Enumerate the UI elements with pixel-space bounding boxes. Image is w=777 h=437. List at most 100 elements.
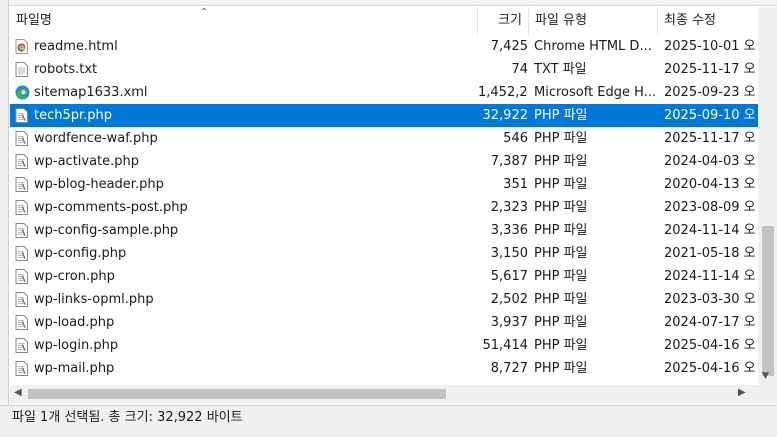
file-size: 3,937 <box>490 315 528 330</box>
file-size: 3,336 <box>490 223 528 238</box>
file-modified: 2024-07-17 오 <box>664 315 756 330</box>
file-type: PHP 파일 <box>534 269 588 284</box>
file-type: PHP 파일 <box>534 246 588 261</box>
file-name: robots.txt <box>34 62 98 77</box>
table-row[interactable]: wordfence-waf.php 546 PHP 파일 2025-11-17 오 <box>10 127 758 150</box>
file-name-cell[interactable]: tech5pr.php <box>10 104 478 127</box>
window-top-edge <box>0 0 777 6</box>
file-modified: 2021-05-18 오 <box>664 246 756 261</box>
file-name: wp-cron.php <box>34 269 115 284</box>
file-modified: 2025-09-23 오 <box>664 85 756 100</box>
file-modified: 2023-08-09 오 <box>664 200 756 215</box>
file-size: 546 <box>503 131 528 146</box>
column-header-type[interactable]: 파일 유형 <box>529 7 658 35</box>
file-modified: 2025-10-01 오 <box>664 39 756 54</box>
file-size: 3,150 <box>490 246 528 261</box>
sort-ascending-icon: ⌃ <box>200 7 209 18</box>
table-row[interactable]: wp-mail.php 8,727 PHP 파일 2025-04-16 오 <box>10 357 758 380</box>
table-row[interactable]: wp-config-sample.php 3,336 PHP 파일 2024-11-1… <box>10 219 758 242</box>
file-name-cell[interactable]: wp-load.php <box>10 311 478 334</box>
file-size: 32,922 <box>482 108 529 123</box>
scroll-right-arrow-icon[interactable]: ▶ <box>738 387 746 398</box>
table-row[interactable]: wp-cron.php 5,617 PHP 파일 2024-11-14 오 <box>10 265 758 288</box>
file-name: wp-links-opml.php <box>34 292 154 307</box>
file-name-cell[interactable]: wp-config-sample.php <box>10 219 478 242</box>
php-file-icon <box>15 154 28 169</box>
file-name-cell[interactable]: wp-activate.php <box>10 150 478 173</box>
file-name-cell[interactable]: wp-cron.php <box>10 265 478 288</box>
file-modified: 2025-04-16 오 <box>664 338 756 353</box>
file-name-cell[interactable]: wp-blog-header.php <box>10 173 478 196</box>
file-name-cell[interactable]: readme.html <box>10 35 478 58</box>
php-file-icon <box>15 131 28 146</box>
table-row[interactable]: readme.html 7,425 Chrome HTML D... 2025-10-… <box>10 35 758 58</box>
file-list: readme.html 7,425 Chrome HTML D... 2025-10-… <box>10 35 758 385</box>
table-row[interactable]: robots.txt 74 TXT 파일 2025-11-17 오 <box>10 58 758 81</box>
table-row[interactable]: wp-login.php 51,414 PHP 파일 2025-04-16 오 <box>10 334 758 357</box>
table-row[interactable]: wp-activate.php 7,387 PHP 파일 2024-04-03 오 <box>10 150 758 173</box>
file-name-cell[interactable]: sitemap1633.xml <box>10 81 478 104</box>
table-row[interactable]: wp-blog-header.php 351 PHP 파일 2020-04-13 오 <box>10 173 758 196</box>
table-row[interactable]: wp-load.php 3,937 PHP 파일 2024-07-17 오 <box>10 311 758 334</box>
table-row[interactable]: sitemap1633.xml 1,452,256 Microsoft Edge H… <box>10 81 758 104</box>
file-type: PHP 파일 <box>534 200 588 215</box>
file-modified: 2025-11-17 오 <box>664 131 756 146</box>
file-name-cell[interactable]: wp-mail.php <box>10 357 478 380</box>
column-header-name[interactable]: 파일명 <box>10 7 478 35</box>
file-modified: 2025-04-16 오 <box>664 361 756 376</box>
scroll-down-arrow-icon[interactable]: ▼ <box>762 371 769 381</box>
horizontal-scroll-thumb[interactable] <box>28 389 446 399</box>
table-row-selected[interactable]: tech5pr.php 32,922 PHP 파일 2025-09-10 오 <box>10 104 758 127</box>
file-modified: 2024-04-03 오 <box>664 154 756 169</box>
file-name-cell[interactable]: wp-login.php <box>10 334 478 357</box>
file-type: PHP 파일 <box>534 177 588 192</box>
file-name: wp-login.php <box>34 338 119 353</box>
file-type: PHP 파일 <box>534 361 588 376</box>
php-file-icon <box>15 200 28 215</box>
file-name-cell[interactable]: robots.txt <box>10 58 478 81</box>
scroll-left-arrow-icon[interactable]: ◀ <box>14 387 22 398</box>
vertical-scroll-thumb[interactable] <box>762 226 774 376</box>
file-modified: 2024-11-14 오 <box>664 223 756 238</box>
php-file-icon <box>15 177 28 192</box>
file-name: wp-config-sample.php <box>34 223 179 238</box>
file-size: 351 <box>503 177 528 192</box>
file-size: 5,617 <box>490 269 528 284</box>
file-name-cell[interactable]: wp-config.php <box>10 242 478 265</box>
php-file-icon <box>15 315 28 330</box>
file-name-cell[interactable]: wordfence-waf.php <box>10 127 478 150</box>
status-bar: 파일 1개 선택됨. 총 크기: 32,922 바이트 <box>0 405 777 437</box>
file-type: PHP 파일 <box>534 108 588 123</box>
file-size: 1,452,256 <box>478 85 528 100</box>
file-name: wp-comments-post.php <box>34 200 188 215</box>
php-file-icon <box>15 223 28 238</box>
file-name: readme.html <box>34 39 118 54</box>
column-header-size[interactable]: 크기 <box>478 7 529 35</box>
php-file-icon <box>15 269 28 284</box>
left-pane-edge <box>0 0 9 405</box>
file-type: TXT 파일 <box>534 62 587 77</box>
file-size: 7,425 <box>490 39 528 54</box>
horizontal-scrollbar[interactable]: ◀ ▶ <box>10 385 758 403</box>
file-modified: 2020-04-13 오 <box>664 177 756 192</box>
php-file-icon <box>15 246 28 261</box>
file-name-cell[interactable]: wp-links-opml.php <box>10 288 478 311</box>
file-name: wp-blog-header.php <box>34 177 164 192</box>
file-name: wp-load.php <box>34 315 115 330</box>
text-file-icon <box>15 62 28 77</box>
file-name: tech5pr.php <box>34 108 113 123</box>
file-type: PHP 파일 <box>534 292 588 307</box>
table-row[interactable]: wp-config.php 3,150 PHP 파일 2021-05-18 오 <box>10 242 758 265</box>
vertical-scrollbar[interactable]: ▼ <box>758 7 777 385</box>
php-file-icon <box>15 361 28 376</box>
php-file-icon <box>15 292 28 307</box>
file-name: sitemap1633.xml <box>34 85 148 100</box>
column-header: 파일명 ⌃ 크기 파일 유형 최종 수정 <box>10 7 758 35</box>
file-name-cell[interactable]: wp-comments-post.php <box>10 196 478 219</box>
table-row[interactable]: wp-comments-post.php 2,323 PHP 파일 2023-08-0… <box>10 196 758 219</box>
column-header-modified[interactable]: 최종 수정 <box>658 7 758 35</box>
table-row[interactable]: wp-links-opml.php 2,502 PHP 파일 2023-03-30 오 <box>10 288 758 311</box>
scrollbar-corner <box>758 385 777 403</box>
file-modified: 2025-09-10 오 <box>664 108 756 123</box>
edge-icon <box>15 85 30 100</box>
